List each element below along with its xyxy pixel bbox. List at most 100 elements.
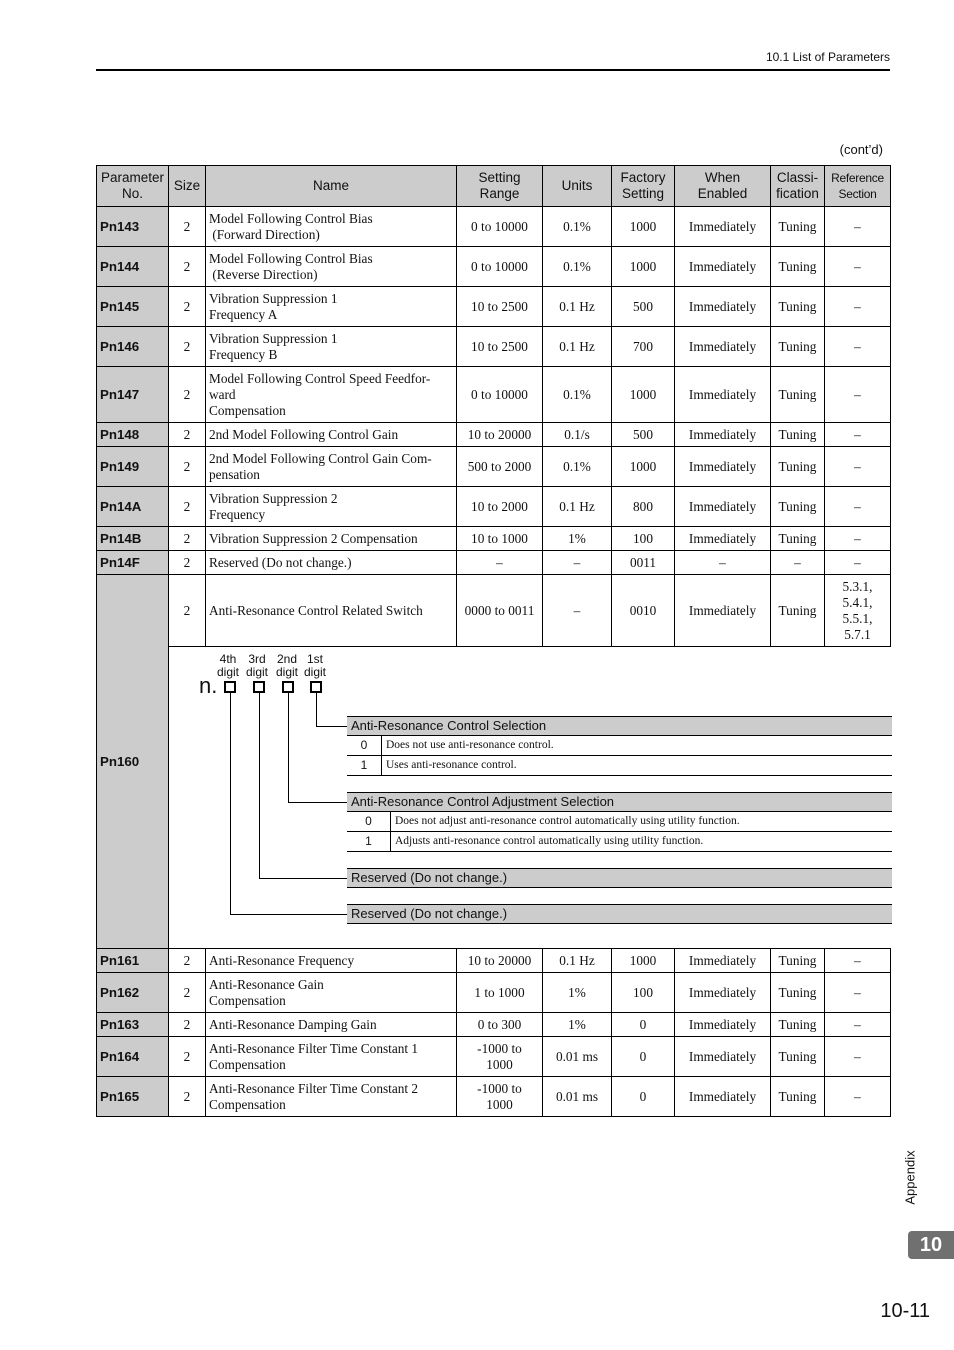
units: 0.1/s: [542, 422, 612, 447]
param-no: Pn14B: [96, 526, 169, 551]
units: 1%: [542, 1012, 612, 1037]
reference-section: –: [824, 326, 891, 367]
setting-range: 10 to 20000: [456, 948, 543, 973]
param-name: Reserved (Do not change.): [205, 550, 457, 575]
units: –: [542, 574, 612, 647]
digit-box-icon: [224, 681, 236, 693]
option-desc: Does not use anti-resonance control.: [386, 739, 554, 751]
units: 0.01 ms: [542, 1076, 612, 1117]
param-no: Pn160: [96, 574, 169, 949]
factory-setting: 500: [611, 422, 675, 447]
param-no: Pn149: [96, 446, 169, 487]
factory-setting: 800: [611, 486, 675, 527]
col-header-size: Size: [168, 165, 206, 207]
units: –: [542, 550, 612, 575]
param-no: Pn146: [96, 326, 169, 367]
setting-range: –: [456, 550, 543, 575]
table-row: Pn147 2 Model Following Control Speed Feed…: [96, 366, 891, 423]
when-enabled: Immediately: [674, 326, 771, 367]
units: 0.1%: [542, 366, 612, 423]
table-row: Pn163 2 Anti-Resonance Damping Gain 0 to 30…: [96, 1012, 891, 1037]
connector-line: [316, 726, 347, 727]
option-desc: Does not adjust anti-resonance control a…: [395, 815, 740, 827]
factory-setting: 1000: [611, 366, 675, 423]
connector-line: [230, 914, 347, 915]
setting-range: 0000 to 0011: [456, 574, 543, 647]
connector-line: [230, 693, 231, 914]
group-title: Reserved (Do not change.): [347, 868, 892, 888]
param-no: Pn147: [96, 366, 169, 423]
units: 1%: [542, 972, 612, 1013]
size: 2: [168, 526, 206, 551]
reference-section: –: [824, 550, 891, 575]
connector-line: [288, 693, 289, 802]
table-row: Pn165 2 Anti-Resonance Filter Time Constan…: [96, 1076, 891, 1117]
digit-word: digit: [216, 665, 239, 679]
table-row: Pn144 2 Model Following Control Bias (Reve…: [96, 246, 891, 287]
reference-section: –: [824, 206, 891, 247]
digit-label: 4th digit: [214, 653, 242, 679]
digit-box-icon: [253, 681, 265, 693]
when-enabled: Immediately: [674, 446, 771, 487]
param-name: 2nd Model Following Control Gain Com-pen…: [205, 446, 457, 487]
param-no: Pn148: [96, 422, 169, 447]
col-header-name: Name: [205, 165, 457, 207]
col-header-setting-range: Setting Range: [456, 165, 543, 207]
group-title: Reserved (Do not change.): [347, 904, 892, 924]
option-row: 0 Does not use anti-resonance control.: [347, 736, 892, 756]
reference-section: –: [824, 526, 891, 551]
reference-section: –: [824, 972, 891, 1013]
param-no: Pn144: [96, 246, 169, 287]
header-rule: [96, 69, 890, 71]
param-name: Vibration Suppression 1 Frequency B: [205, 326, 457, 367]
param-no: Pn145: [96, 286, 169, 327]
size: 2: [168, 246, 206, 287]
setting-range: 10 to 2500: [456, 286, 543, 327]
units: 1%: [542, 526, 612, 551]
param-name: Anti-Resonance Control Related Switch: [205, 574, 457, 647]
digit-diagram: n. 4th digit 3rd digit 2nd digit 1st digit Anti-R…: [172, 647, 892, 948]
col-header-when-enabled: When Enabled: [674, 165, 771, 207]
when-enabled: –: [674, 550, 771, 575]
table-row: Pn149 2 2nd Model Following Control Gain C…: [96, 446, 891, 487]
reference-section: 5.3.1, 5.4.1, 5.5.1, 5.7.1: [824, 574, 891, 647]
when-enabled: Immediately: [674, 948, 771, 973]
setting-range: 0 to 10000: [456, 366, 543, 423]
factory-setting: 0: [611, 1076, 675, 1117]
col-header-classification: Classi-fication: [770, 165, 825, 207]
classification: Tuning: [770, 326, 825, 367]
param-no: Pn14A: [96, 486, 169, 527]
classification: Tuning: [770, 246, 825, 287]
digit-label: 3rd digit: [243, 653, 271, 679]
factory-setting: 1000: [611, 446, 675, 487]
size: 2: [168, 286, 206, 327]
running-header: 10.1 List of Parameters: [765, 50, 890, 64]
connector-line: [288, 802, 347, 803]
classification: Tuning: [770, 286, 825, 327]
continued-label: (cont’d): [839, 142, 883, 157]
option-desc: Uses anti-resonance control.: [386, 759, 517, 771]
digit-box-icon: [310, 681, 322, 693]
option-value: 1: [347, 832, 391, 851]
param-name: Model Following Control Bias (Forward Di…: [205, 206, 457, 247]
classification: Tuning: [770, 422, 825, 447]
reference-section: –: [824, 286, 891, 327]
when-enabled: Immediately: [674, 1076, 771, 1117]
when-enabled: Immediately: [674, 206, 771, 247]
table-row: Pn14A 2 Vibration Suppression 2 Frequency 10…: [96, 486, 891, 527]
table-row: Pn14F 2 Reserved (Do not change.) – –0011– – –: [96, 550, 891, 575]
size: 2: [168, 326, 206, 367]
classification: Tuning: [770, 1012, 825, 1037]
col-header-units: Units: [542, 165, 612, 207]
reference-section: –: [824, 1012, 891, 1037]
col-header-factory-setting: Factory Setting: [611, 165, 675, 207]
reference-section: –: [824, 486, 891, 527]
param-name: Anti-Resonance Filter Time Constant 1 Com…: [205, 1036, 457, 1077]
table-row: Pn143 2 Model Following Control Bias (Forw…: [96, 206, 891, 247]
param-name: Anti-Resonance Damping Gain: [205, 1012, 457, 1037]
table-row: Pn164 2 Anti-Resonance Filter Time Constan…: [96, 1036, 891, 1077]
setting-range: 10 to 2500: [456, 326, 543, 367]
when-enabled: Immediately: [674, 972, 771, 1013]
digit-box-icon: [282, 681, 294, 693]
table-body: Pn143 2 Model Following Control Bias (Forw…: [96, 206, 892, 1117]
